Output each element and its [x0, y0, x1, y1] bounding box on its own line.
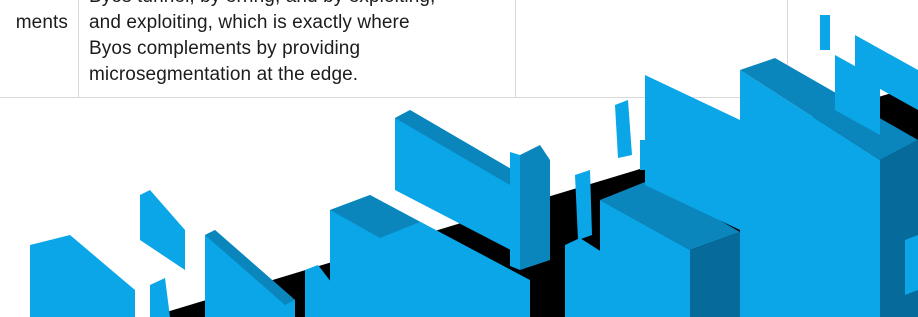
isometric-blue-blocks-illustration — [30, 15, 918, 317]
post-2 — [615, 100, 632, 158]
small-post-1 — [820, 15, 830, 50]
post-right-edge — [905, 235, 918, 295]
block-far-left — [30, 235, 135, 317]
post-4 — [575, 170, 592, 240]
block-center-front — [510, 152, 520, 270]
post-3 — [640, 140, 650, 170]
block-center-face — [520, 145, 550, 270]
post-left — [150, 278, 170, 317]
slab-left-small — [140, 190, 185, 270]
